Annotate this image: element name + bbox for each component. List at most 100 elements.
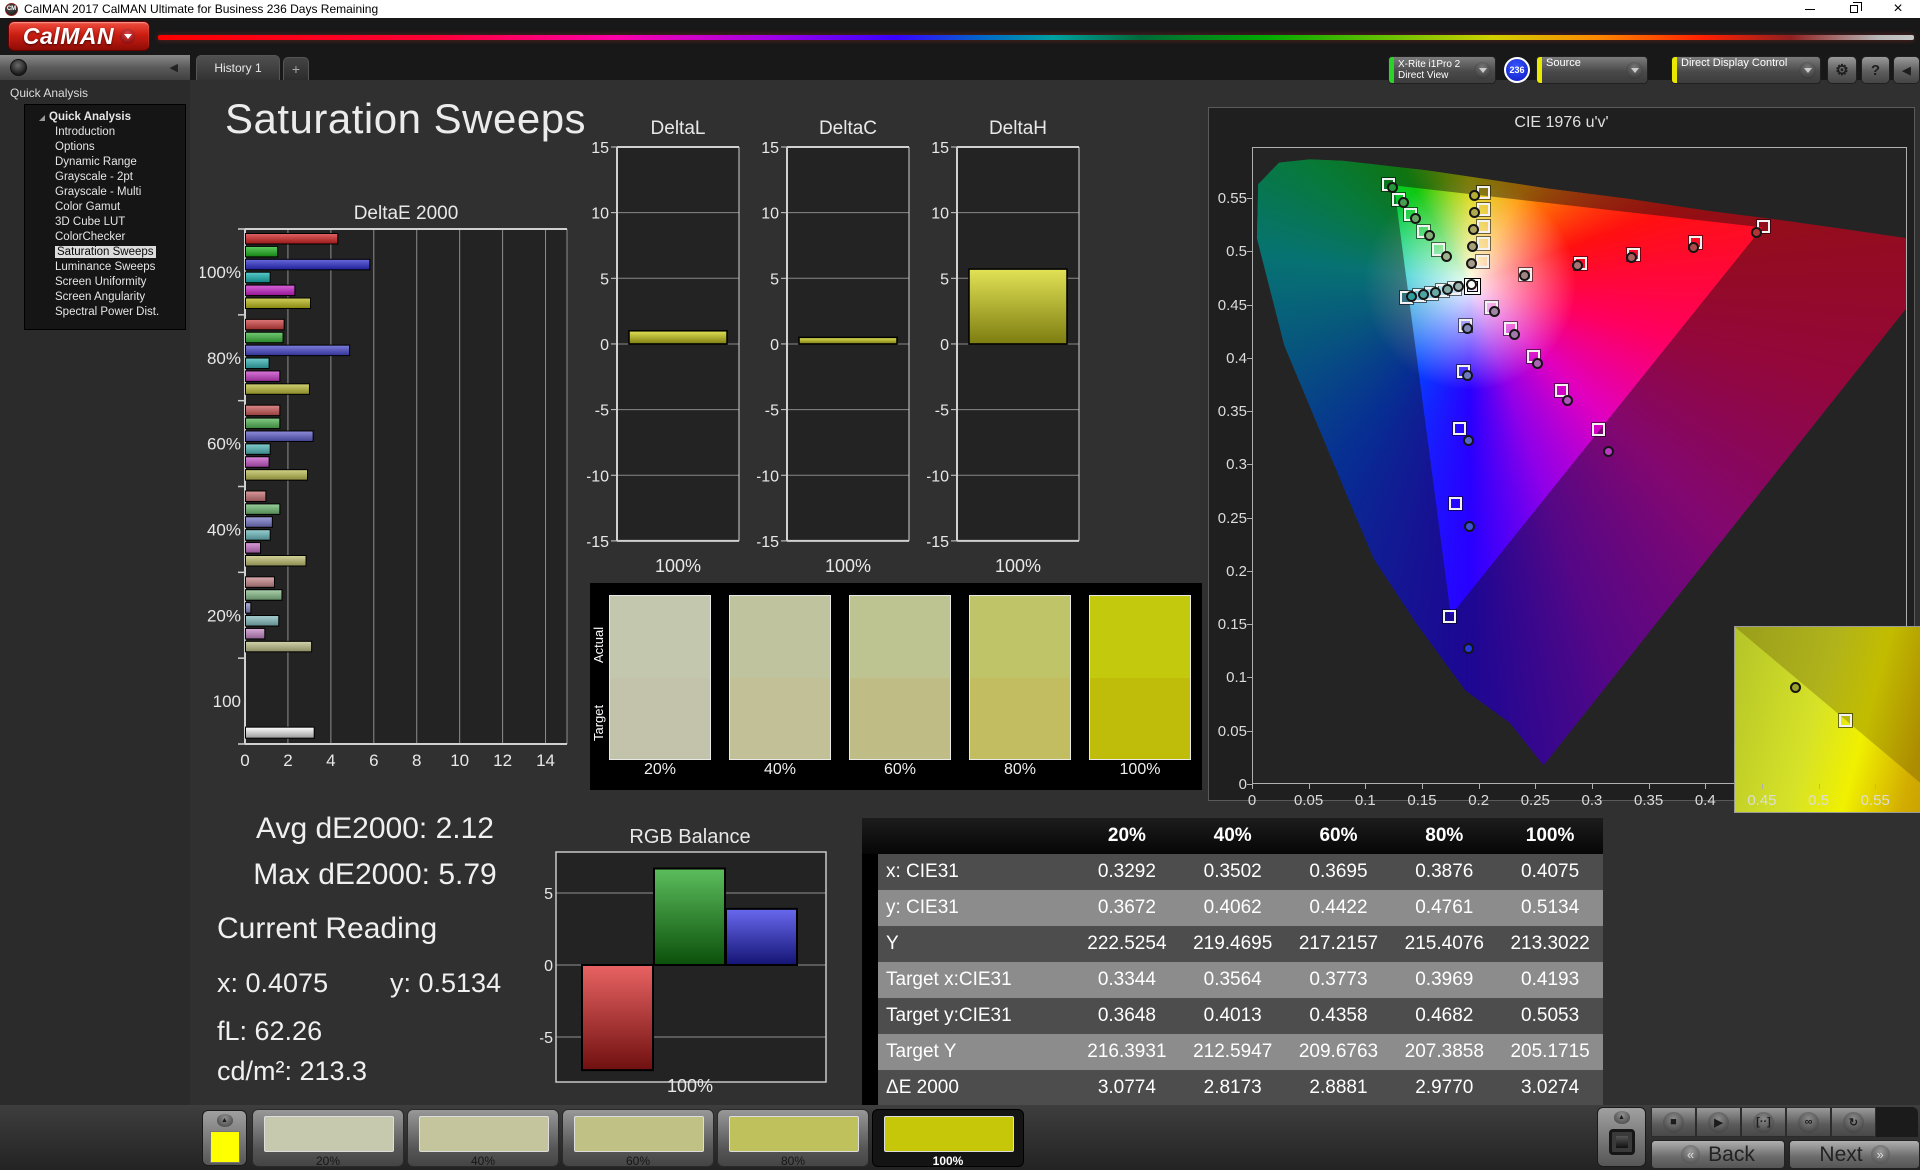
bar-deltal xyxy=(628,330,728,345)
pattern-button-60%[interactable]: 60% xyxy=(562,1109,714,1168)
measured-green-marker xyxy=(1440,250,1452,262)
range-icon: [··] xyxy=(1753,1111,1774,1133)
expander-icon[interactable] xyxy=(39,114,45,121)
back-button[interactable]: « Back xyxy=(1651,1140,1785,1169)
meter-dropdown[interactable]: X-Rite i1Pro 2 Direct View xyxy=(1388,56,1496,84)
bar-blue xyxy=(245,602,252,614)
target-magenta-marker xyxy=(1591,423,1605,437)
pattern-button-20%[interactable]: 20% xyxy=(252,1109,404,1168)
sidebar-item-grayscale-2pt[interactable]: Grayscale - 2pt xyxy=(25,170,185,185)
help-button[interactable]: ? xyxy=(1861,56,1890,84)
target-swatch xyxy=(610,677,710,759)
bar-cyan xyxy=(245,443,271,455)
max-de2000-readout: Max dE2000: 5.79 xyxy=(253,858,497,891)
chevron-down-icon xyxy=(1474,61,1491,79)
app-header: CalMAN xyxy=(0,18,1920,55)
svg-text:-15: -15 xyxy=(587,534,609,551)
svg-text:-5: -5 xyxy=(765,403,779,420)
sidebar-item-screen-uniformity[interactable]: Screen Uniformity xyxy=(25,275,185,290)
x-tick-label: 0.05 xyxy=(1294,792,1324,809)
rgb-balance-chart: 5 0 -5 xyxy=(539,848,840,1105)
sidebar-item-saturation-sweeps[interactable]: Saturation Sweeps xyxy=(25,245,185,260)
pattern-mini-button[interactable]: ▲ xyxy=(202,1110,247,1166)
pattern-button-40%[interactable]: 40% xyxy=(407,1109,559,1168)
sidebar-collapse-icon[interactable]: ◀ xyxy=(170,61,178,74)
actual-row-label: Actual xyxy=(591,626,606,664)
bar-magenta xyxy=(245,542,262,554)
sidebar-item-screen-angularity[interactable]: Screen Angularity xyxy=(25,290,185,305)
sidebar-item-options[interactable]: Options xyxy=(25,140,185,155)
display-control-dropdown[interactable]: Direct Display Control xyxy=(1671,56,1821,84)
table-cell: 0.3344 xyxy=(1074,962,1180,998)
minimize-button[interactable] xyxy=(1788,0,1832,18)
session-knob[interactable] xyxy=(10,59,27,76)
bottom-bar: ▲ 20% 40% 60% 80% 100% ▲ ■ ▶ [··] ∞ ↻ « Back Nex… xyxy=(0,1105,1920,1170)
table-row-label: Target Y xyxy=(878,1034,1074,1070)
table-cell: 2.9770 xyxy=(1391,1070,1498,1106)
x-tick-label: 0.3 xyxy=(1581,792,1603,809)
x-tick-label: 0 xyxy=(1247,792,1257,809)
bar-yellow xyxy=(245,640,313,653)
stop-button[interactable]: ■ xyxy=(1651,1107,1696,1137)
sidebar-item-luminance-sweeps[interactable]: Luminance Sweeps xyxy=(25,260,185,275)
pattern-label: 60% xyxy=(625,1154,651,1168)
days-badge[interactable]: 236 xyxy=(1504,57,1530,83)
close-button[interactable]: × xyxy=(1876,0,1920,18)
source-dropdown[interactable]: Source xyxy=(1536,56,1648,84)
add-tab-button[interactable]: + xyxy=(283,57,309,80)
meter-name: X-Rite i1Pro 2 xyxy=(1398,59,1461,70)
svg-text:-5: -5 xyxy=(935,403,949,420)
bar-yellow xyxy=(245,297,312,309)
restore-button[interactable] xyxy=(1832,0,1876,18)
toolbar: ◀ History 1 + X-Rite i1Pro 2 Direct View… xyxy=(0,55,1920,84)
swatch-40% xyxy=(729,595,831,760)
loop-button[interactable]: ∞ xyxy=(1786,1107,1831,1137)
cie-chromaticity-plot xyxy=(1252,147,1920,813)
measured-magenta-marker xyxy=(1508,329,1520,341)
pattern-button-100%[interactable]: 100% xyxy=(872,1109,1024,1168)
svg-text:-10: -10 xyxy=(757,468,779,485)
pattern-window-button[interactable]: ▲ xyxy=(1597,1107,1646,1167)
calman-menu-button[interactable]: CalMAN xyxy=(8,21,150,51)
table-cell: 0.5053 xyxy=(1497,998,1603,1034)
y-tick-label: 0.05 xyxy=(1217,722,1247,740)
pattern-label: 40% xyxy=(470,1154,496,1168)
chevron-left-icon: ◀ xyxy=(1902,64,1911,77)
x-tick-label: 0.4 xyxy=(1694,792,1716,809)
svg-text:15: 15 xyxy=(591,141,609,157)
play-icon: ▶ xyxy=(1708,1111,1729,1133)
chevron-down-icon xyxy=(1626,61,1643,79)
table-cell: 222.5254 xyxy=(1074,926,1180,962)
swatch-20% xyxy=(609,595,711,760)
play-button[interactable]: ▶ xyxy=(1696,1107,1741,1137)
measured-yellow-marker xyxy=(1468,206,1480,218)
pattern-button-80%[interactable]: 80% xyxy=(717,1109,869,1168)
bar-deltac xyxy=(798,336,898,345)
svg-text:5: 5 xyxy=(770,271,779,288)
sidebar-item-grayscale-multi[interactable]: Grayscale - Multi xyxy=(25,185,185,200)
measured-green-marker xyxy=(1397,197,1409,209)
panel-collapse-button[interactable]: ◀ xyxy=(1893,56,1920,84)
sidebar-item-spectral-power-dist-[interactable]: Spectral Power Dist. xyxy=(25,305,185,320)
settings-button[interactable]: ⚙ xyxy=(1827,56,1857,84)
bar-red xyxy=(245,233,339,245)
tree-root[interactable]: Quick Analysis xyxy=(25,110,185,125)
deltac-title: DeltaC xyxy=(818,118,878,139)
target-blue-marker xyxy=(1443,609,1457,623)
sidebar-item-introduction[interactable]: Introduction xyxy=(25,125,185,140)
sidebar-item-color-gamut[interactable]: Color Gamut xyxy=(25,200,185,215)
target-swatch xyxy=(1090,677,1190,759)
sidebar-item-dynamic-range[interactable]: Dynamic Range xyxy=(25,155,185,170)
sidebar-item-colorchecker[interactable]: ColorChecker xyxy=(25,230,185,245)
range-button[interactable]: [··] xyxy=(1741,1107,1786,1137)
y-tick-label: 0.25 xyxy=(1217,509,1247,527)
svg-text:60%: 60% xyxy=(207,435,241,454)
sidebar-item-3d-cube-lut[interactable]: 3D Cube LUT xyxy=(25,215,185,230)
pattern-swatch xyxy=(884,1116,1014,1152)
refresh-button[interactable]: ↻ xyxy=(1831,1107,1876,1137)
bar-yellow xyxy=(245,555,307,567)
swatch-label: 80% xyxy=(1003,761,1037,778)
tab-history-1[interactable]: History 1 xyxy=(196,55,280,80)
meter-mode: Direct View xyxy=(1398,70,1449,81)
next-button[interactable]: Next » xyxy=(1789,1140,1920,1169)
